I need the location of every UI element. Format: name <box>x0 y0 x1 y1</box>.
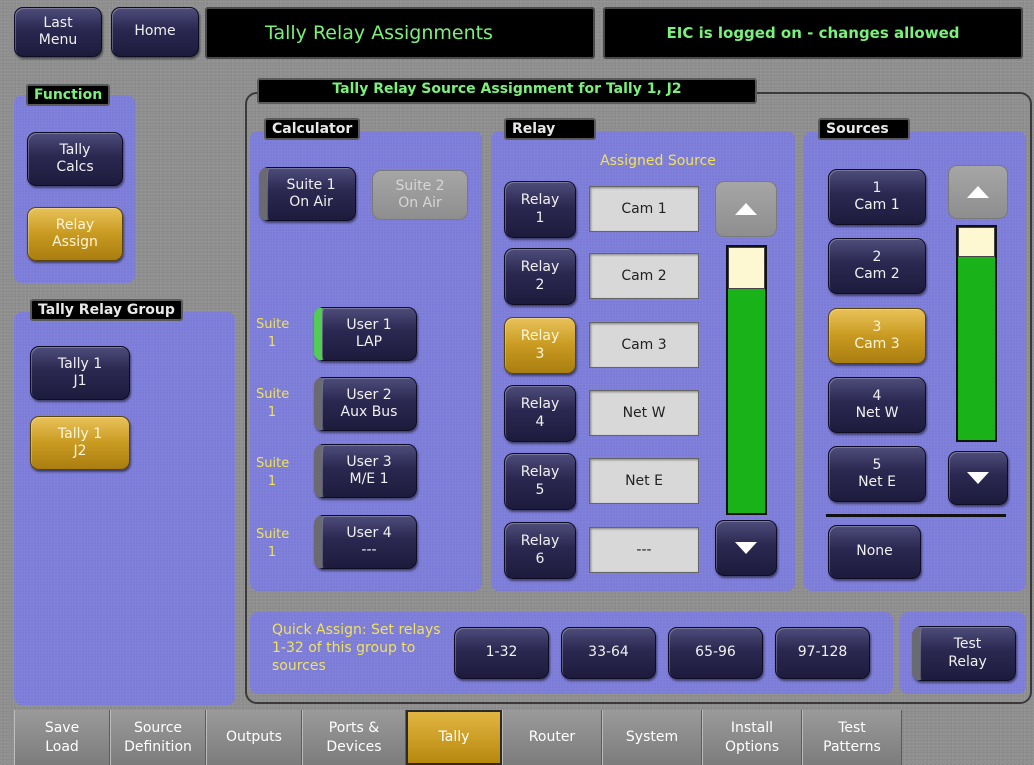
relay-4-button[interactable]: Relay 4 <box>504 385 576 442</box>
tally-1-j2-button[interactable]: Tally 1 J2 <box>30 416 130 470</box>
arrow-up-icon <box>735 203 757 215</box>
tab-test-patterns[interactable]: Test Patterns <box>802 710 902 765</box>
suite-1-on-air-button[interactable]: Suite 1 On Air <box>259 167 356 221</box>
tally-calcs-button[interactable]: Tally Calcs <box>27 132 123 186</box>
sources-divider <box>826 514 1006 517</box>
source-2-button[interactable]: 2 Cam 2 <box>828 238 926 294</box>
tab-source-definition[interactable]: Source Definition <box>110 710 206 765</box>
tab-system[interactable]: System <box>602 710 702 765</box>
source-5-button[interactable]: 5 Net E <box>828 446 926 502</box>
sources-scroll-up-button[interactable] <box>948 165 1008 219</box>
tab-outputs[interactable]: Outputs <box>206 710 302 765</box>
assigned-source-header: Assigned Source <box>600 153 716 169</box>
source-none-button[interactable]: None <box>828 525 921 579</box>
relay-title: Relay <box>504 118 596 140</box>
sources-scrollbar-thumb[interactable] <box>958 227 995 257</box>
source-4-button[interactable]: 4 Net W <box>828 377 926 433</box>
user-3-suite-label: Suite 1 <box>256 456 290 489</box>
relay-1-source-field[interactable]: Cam 1 <box>589 186 699 232</box>
quick-assign-65-96-button[interactable]: 65-96 <box>668 627 763 679</box>
quick-assign-33-64-button[interactable]: 33-64 <box>561 627 656 679</box>
home-button[interactable]: Home <box>111 7 199 57</box>
tab-ports-devices[interactable]: Ports & Devices <box>302 710 406 765</box>
sources-scrollbar-fill <box>958 255 995 440</box>
relay-3-source-field[interactable]: Cam 3 <box>589 322 699 368</box>
quick-assign-1-32-button[interactable]: 1-32 <box>454 627 549 679</box>
test-relay-button[interactable]: Test Relay <box>912 626 1016 681</box>
tab-router[interactable]: Router <box>502 710 602 765</box>
relay-assign-button[interactable]: Relay Assign <box>27 207 123 261</box>
status-text: EIC is logged on - changes allowed <box>666 24 960 42</box>
sources-scrollbar[interactable] <box>956 225 997 442</box>
relay-6-source-field[interactable]: --- <box>589 527 699 573</box>
user-4-suite-label: Suite 1 <box>256 527 290 560</box>
relay-1-button[interactable]: Relay 1 <box>504 181 576 238</box>
last-menu-button[interactable]: Last Menu <box>14 7 102 57</box>
arrow-down-icon <box>735 542 757 554</box>
relay-4-source-field[interactable]: Net W <box>589 390 699 436</box>
tally-relay-group-title: Tally Relay Group <box>30 299 183 321</box>
sources-title: Sources <box>818 118 910 140</box>
tab-save-load[interactable]: Save Load <box>14 710 110 765</box>
arrow-up-icon <box>967 186 989 198</box>
relay-5-source-field[interactable]: Net E <box>589 458 699 504</box>
relay-scroll-down-button[interactable] <box>715 520 777 576</box>
main-title: Tally Relay Source Assignment for Tally … <box>257 78 757 104</box>
user-1-suite-label: Suite 1 <box>256 317 290 350</box>
relay-3-button[interactable]: Relay 3 <box>504 317 576 374</box>
relay-2-source-field[interactable]: Cam 2 <box>589 253 699 299</box>
screen-title-box: Tally Relay Assignments <box>205 7 595 59</box>
status-box: EIC is logged on - changes allowed <box>603 7 1023 59</box>
user-3-button[interactable]: User 3 M/E 1 <box>314 444 417 498</box>
relay-6-button[interactable]: Relay 6 <box>504 522 576 579</box>
screen-title: Tally Relay Assignments <box>265 22 493 44</box>
calculator-title: Calculator <box>264 118 361 140</box>
tab-install-options[interactable]: Install Options <box>702 710 802 765</box>
relay-scrollbar[interactable] <box>726 245 767 515</box>
relay-2-button[interactable]: Relay 2 <box>504 248 576 305</box>
user-2-button[interactable]: User 2 Aux Bus <box>314 377 417 431</box>
relay-scrollbar-fill <box>728 287 765 513</box>
function-title: Function <box>26 84 111 106</box>
sources-scroll-down-button[interactable] <box>948 451 1008 505</box>
quick-assign-97-128-button[interactable]: 97-128 <box>775 627 870 679</box>
source-1-button[interactable]: 1 Cam 1 <box>828 169 926 225</box>
tab-tally[interactable]: Tally <box>406 710 502 765</box>
tally-1-j1-button[interactable]: Tally 1 J1 <box>30 346 130 400</box>
user-4-button[interactable]: User 4 --- <box>314 515 417 569</box>
suite-2-on-air-button[interactable]: Suite 2 On Air <box>372 170 468 220</box>
arrow-down-icon <box>967 472 989 484</box>
user-2-suite-label: Suite 1 <box>256 387 290 420</box>
user-1-button[interactable]: User 1 LAP <box>314 307 417 361</box>
quick-assign-text: Quick Assign: Set relays 1-32 of this gr… <box>272 622 441 675</box>
relay-5-button[interactable]: Relay 5 <box>504 453 576 510</box>
source-3-button[interactable]: 3 Cam 3 <box>828 308 926 364</box>
relay-scrollbar-thumb[interactable] <box>728 247 765 289</box>
relay-scroll-up-button[interactable] <box>715 181 777 237</box>
